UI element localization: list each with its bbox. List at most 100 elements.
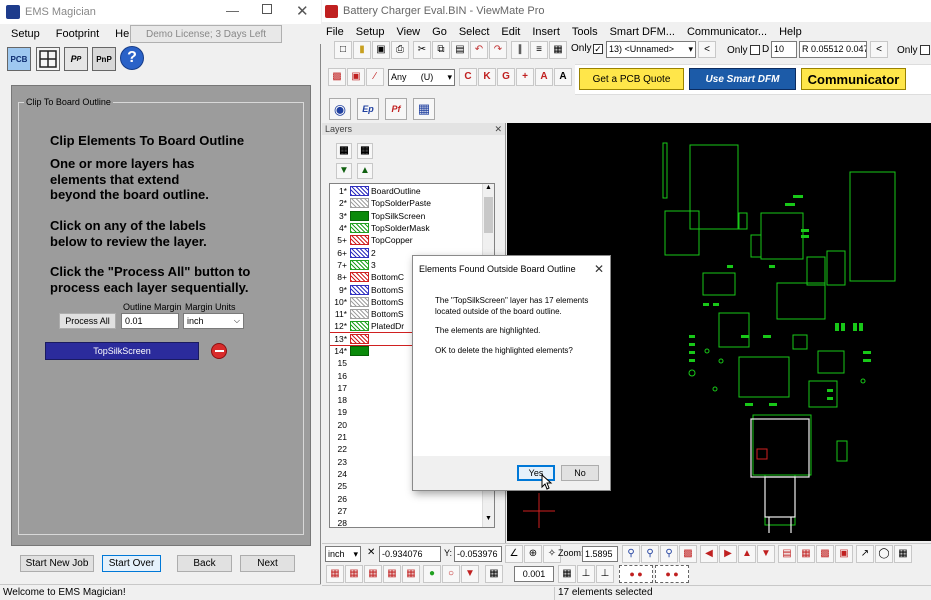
view-tool-2-icon[interactable]: ▦ <box>797 545 815 563</box>
only-checkbox-3[interactable] <box>920 45 930 55</box>
close-icon[interactable]: ✕ <box>296 2 309 20</box>
layer-row[interactable]: 27 <box>330 505 494 517</box>
new-file-icon[interactable]: □ <box>334 41 352 59</box>
open-folder-icon[interactable]: ▮ <box>353 41 371 59</box>
close-icon[interactable]: ✕ <box>494 124 502 135</box>
light-green-icon[interactable]: ● <box>423 565 441 583</box>
menu-communicator[interactable]: Communicator... <box>687 26 767 38</box>
layer-row[interactable]: 3* TopSilkScreen <box>330 210 494 222</box>
select-line-icon[interactable]: ∕ <box>366 68 384 86</box>
pan-right-icon[interactable]: ▶ <box>719 545 737 563</box>
menu-file[interactable]: File <box>326 26 344 38</box>
only-checkbox[interactable]: ✓ <box>593 44 603 54</box>
next-button[interactable]: Next <box>240 555 295 572</box>
save-icon[interactable]: ▣ <box>372 41 390 59</box>
communicator-button[interactable]: Communicator <box>801 68 906 90</box>
layer-select[interactable]: 13) <Unnamed> ▾ <box>606 41 696 58</box>
grid-tool-5-icon[interactable]: ▦ <box>402 565 420 583</box>
snap-grid-icon[interactable]: ▦ <box>558 565 576 583</box>
grid-tool-1-icon[interactable]: ▦ <box>326 565 344 583</box>
tool-icon-2[interactable]: ▦ <box>549 41 567 59</box>
menu-insert[interactable]: Insert <box>532 26 560 38</box>
light-red-icon[interactable]: ○ <box>442 565 460 583</box>
zoom-window-icon[interactable]: ⚲ <box>660 545 678 563</box>
tool-c-icon[interactable]: C <box>459 68 477 86</box>
tool-a-line-icon[interactable]: A <box>535 68 553 86</box>
pcb-quote-button[interactable]: Get a PCB Quote <box>579 68 684 90</box>
angle-icon[interactable]: ∠ <box>505 545 523 563</box>
menu-smart-dfm[interactable]: Smart DFM... <box>610 26 675 38</box>
tool-a-icon[interactable]: A <box>554 68 572 86</box>
layer-row[interactable]: 26 <box>330 492 494 504</box>
grid-tool-3-icon[interactable]: ▦ <box>364 565 382 583</box>
layer-move-up-icon[interactable]: ▲ <box>357 163 373 179</box>
cut-icon[interactable]: ✂ <box>413 41 431 59</box>
pcb-to-pnp-icon[interactable]: PP <box>64 47 88 71</box>
menu-edit[interactable]: Edit <box>501 26 520 38</box>
ruler-2-icon[interactable]: ⊥ <box>596 565 614 583</box>
view-tool-3-icon[interactable]: ▩ <box>816 545 834 563</box>
menu-select[interactable]: Select <box>459 26 490 38</box>
pin-icon[interactable]: ▼ <box>461 565 479 583</box>
units-select[interactable]: inch ▾ <box>325 546 361 562</box>
layer-row[interactable]: 4* TopSolderMask <box>330 222 494 234</box>
layer-row[interactable]: 28 <box>330 517 494 527</box>
pf-icon[interactable]: Pf <box>385 98 407 120</box>
pan-up-icon[interactable]: ▲ <box>738 545 756 563</box>
zoom-value[interactable]: 1.5895 <box>582 546 618 562</box>
layer-color-swatch[interactable] <box>350 247 369 258</box>
pnp-icon[interactable]: PnP <box>92 47 116 71</box>
scroll-down-icon[interactable]: ▼ <box>483 515 494 527</box>
grid-tool-4-icon[interactable]: ▦ <box>383 565 401 583</box>
scroll-up-icon[interactable]: ▲ <box>483 184 494 196</box>
layer-color-swatch[interactable] <box>350 272 369 283</box>
menu-view[interactable]: View <box>396 26 420 38</box>
print-icon[interactable]: ⎙ <box>391 41 409 59</box>
table-grid-icon[interactable]: ▦ <box>485 565 503 583</box>
layer-color-swatch[interactable] <box>350 309 369 320</box>
menu-setup[interactable]: Setup <box>356 26 385 38</box>
process-all-button[interactable]: Process All <box>59 313 116 329</box>
layer-color-swatch[interactable] <box>350 333 369 344</box>
layer-row[interactable]: 1* BoardOutline <box>330 185 494 197</box>
start-over-button[interactable]: Start Over <box>102 555 161 572</box>
layers-expand-icon[interactable]: ▦ <box>336 143 352 159</box>
tool-icon-1[interactable]: ≡ <box>530 41 548 59</box>
pan-down-icon[interactable]: ▼ <box>757 545 775 563</box>
grid-icon[interactable] <box>36 47 60 71</box>
copy-icon[interactable]: ⧉ <box>432 41 450 59</box>
grid-tool-2-icon[interactable]: ▦ <box>345 565 363 583</box>
view-tool-1-icon[interactable]: ▤ <box>778 545 796 563</box>
close-icon[interactable]: ✕ <box>594 262 604 276</box>
layer-color-swatch[interactable] <box>350 346 369 356</box>
no-button[interactable]: No <box>561 465 599 481</box>
dimension-icon[interactable]: ∥ <box>511 41 529 59</box>
layer-color-swatch[interactable] <box>350 223 369 234</box>
smart-dfm-button[interactable]: Use Smart DFM <box>689 68 796 90</box>
maximize-icon[interactable] <box>262 4 272 14</box>
layer-color-swatch[interactable] <box>350 284 369 295</box>
pcb-icon[interactable]: PCB <box>7 47 31 71</box>
layer-row[interactable]: 5+ TopCopper <box>330 234 494 246</box>
pan-left-icon[interactable]: ◀ <box>700 545 718 563</box>
menu-setup[interactable]: Setup <box>11 28 40 40</box>
view-tool-5-icon[interactable]: ↗ <box>856 545 874 563</box>
start-new-job-button[interactable]: Start New Job <box>20 555 94 572</box>
outline-margin-input[interactable]: 0.01 <box>121 313 179 329</box>
help-icon[interactable]: ? <box>120 46 144 70</box>
layer-color-swatch[interactable] <box>350 296 369 307</box>
grid-spacing-input[interactable]: 0.001 <box>514 566 554 582</box>
view-tool-7-icon[interactable]: ▦ <box>894 545 912 563</box>
d-code-input[interactable]: 10 <box>771 41 797 58</box>
paste-icon[interactable]: ▤ <box>451 41 469 59</box>
layer-color-swatch[interactable] <box>350 198 369 209</box>
select-window-icon[interactable]: ▣ <box>347 68 365 86</box>
layer-color-swatch[interactable] <box>350 186 369 197</box>
pad-pattern-2-icon[interactable]: ● ● <box>655 565 689 583</box>
layer-color-swatch[interactable] <box>350 259 369 270</box>
prev-layer-icon[interactable]: < <box>698 41 716 58</box>
select-box-icon[interactable]: ▩ <box>328 68 346 86</box>
layer-move-down-icon[interactable]: ▼ <box>336 163 352 179</box>
eye-icon[interactable]: ◉ <box>329 98 351 120</box>
zoom-in-icon[interactable]: ⚲ <box>622 545 640 563</box>
